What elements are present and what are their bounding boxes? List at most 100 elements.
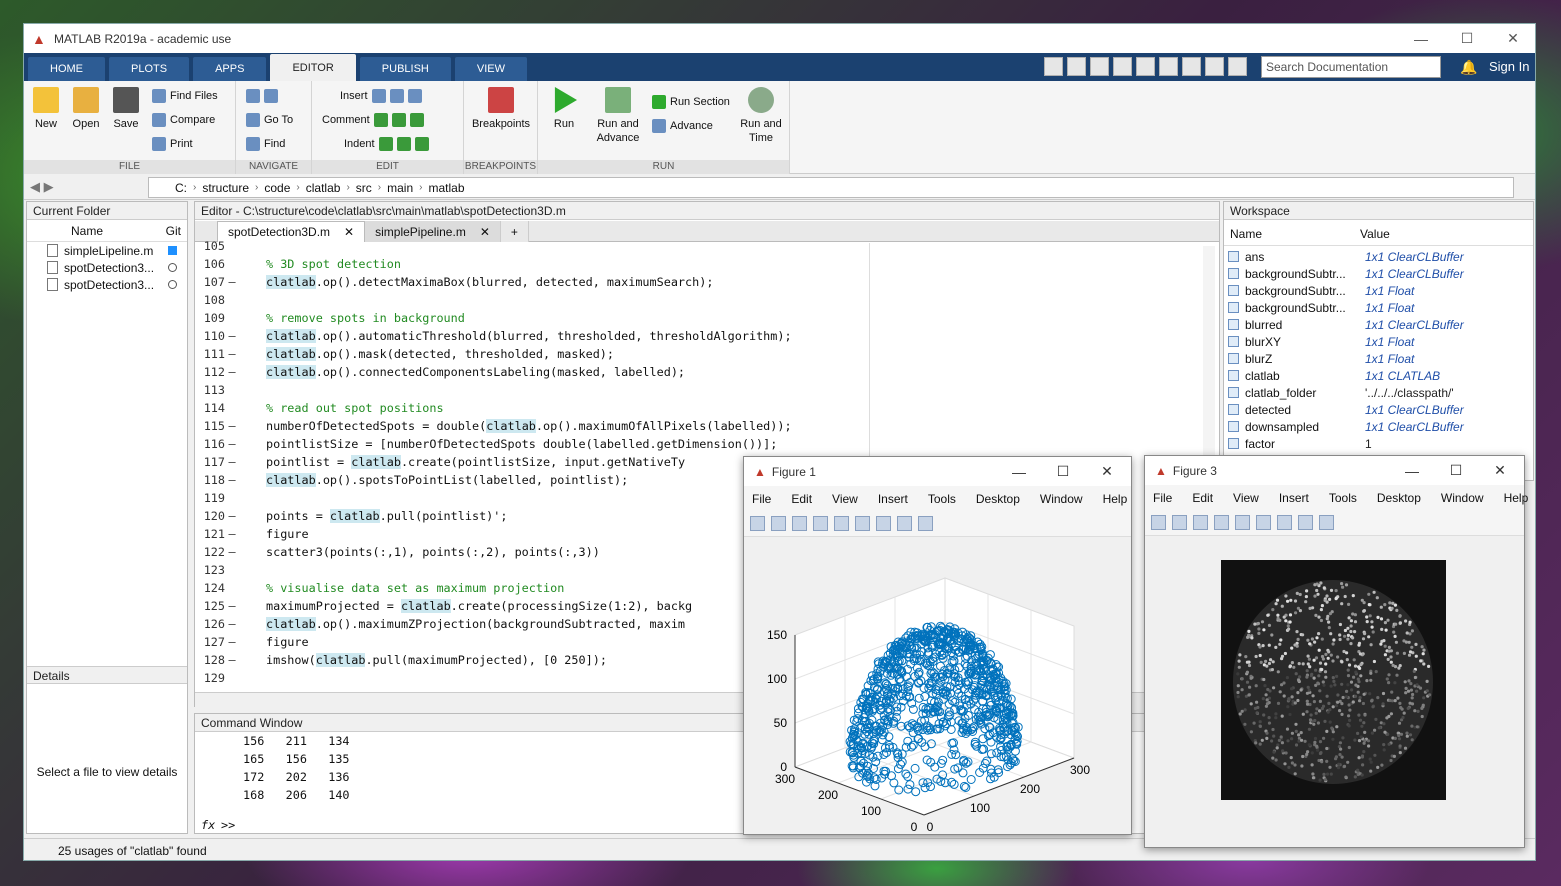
line-number[interactable]: 125 — [195, 597, 225, 615]
find-button[interactable]: Find — [246, 137, 285, 151]
find-files-button[interactable]: Find Files — [152, 89, 218, 103]
code-line[interactable]: 121– figure — [195, 525, 309, 543]
save-button[interactable]: Save — [104, 87, 148, 131]
line-number[interactable]: 112 — [195, 363, 225, 381]
print-icon[interactable] — [1214, 515, 1229, 530]
breakpoints-button[interactable]: Breakpoints — [468, 87, 534, 131]
workspace-variable[interactable]: factor 1 — [1224, 435, 1533, 452]
breakpoint-marker[interactable]: – — [225, 543, 239, 561]
property-editor-icon[interactable] — [1319, 515, 1334, 530]
minimize-button[interactable]: — — [1398, 24, 1444, 53]
code-line[interactable]: 111– clatlab.op().mask(detected, threshol… — [195, 345, 614, 363]
code-line[interactable]: 113 — [195, 381, 266, 399]
code-line[interactable]: 126– clatlab.op().maximumZProjection(back… — [195, 615, 685, 633]
code-line[interactable]: 122– scatter3(points(:,1), points(:,2), p… — [195, 543, 600, 561]
path-segment[interactable]: C: — [169, 181, 193, 195]
breakpoint-marker[interactable]: – — [225, 435, 239, 453]
workspace-variable[interactable]: detected 1x1 ClearCLBuffer — [1224, 401, 1533, 418]
command-prompt[interactable]: >> — [221, 818, 235, 832]
line-number[interactable]: 114 — [195, 399, 225, 417]
menu-view[interactable]: View — [832, 492, 858, 506]
line-number[interactable]: 105 — [195, 237, 225, 255]
menu-desktop[interactable]: Desktop — [976, 492, 1020, 506]
workspace-variable[interactable]: backgroundSubtr... 1x1 Float — [1224, 282, 1533, 299]
breakpoint-marker[interactable]: – — [225, 633, 239, 651]
menu-desktop[interactable]: Desktop — [1377, 491, 1421, 505]
print-button[interactable]: Print — [152, 137, 193, 151]
line-number[interactable]: 106 — [195, 255, 225, 273]
code-line[interactable]: 125– maximumProjected = clatlab.create(pr… — [195, 597, 692, 615]
close-button[interactable]: ✕ — [1478, 456, 1522, 485]
run-button[interactable]: Run — [542, 87, 586, 131]
details-title[interactable]: Details — [27, 666, 187, 684]
tab-editor[interactable]: EDITOR — [270, 54, 356, 81]
fx-icon[interactable]: fx — [201, 818, 215, 832]
run-and-time-button[interactable]: Run and Time — [736, 87, 786, 145]
list-item[interactable]: spotDetection3... — [27, 259, 187, 276]
tab-publish[interactable]: PUBLISH — [359, 57, 451, 81]
code-line[interactable]: 109 % remove spots in background — [195, 309, 465, 327]
col-name[interactable]: Name — [71, 224, 103, 238]
code-line[interactable]: 129 — [195, 669, 266, 687]
path-segment[interactable]: main — [381, 181, 419, 195]
code-line[interactable]: 118– clatlab.op().spotsToPointList(labell… — [195, 471, 628, 489]
line-number[interactable]: 117 — [195, 453, 225, 471]
code-line[interactable]: 128– imshow(clatlab.pull(maximumProjected… — [195, 651, 607, 669]
nav-arrows-icon[interactable]: ◀ ▶ — [30, 179, 54, 195]
menu-edit[interactable]: Edit — [791, 492, 812, 506]
workspace-variable[interactable]: ans 1x1 ClearCLBuffer — [1224, 248, 1533, 265]
close-button[interactable]: ✕ — [1085, 457, 1129, 486]
breakpoint-marker[interactable]: – — [225, 327, 239, 345]
back-forward-icon[interactable] — [246, 89, 278, 103]
link-icon[interactable] — [1235, 515, 1250, 530]
code-line[interactable]: 117– pointlist = clatlab.create(pointlist… — [195, 453, 685, 471]
menu-tools[interactable]: Tools — [928, 492, 956, 506]
comment-button[interactable]: Comment — [322, 113, 424, 127]
switch-windows-icon[interactable] — [1182, 57, 1201, 76]
legend-icon[interactable] — [1277, 515, 1292, 530]
breakpoint-marker[interactable]: – — [225, 417, 239, 435]
save-icon[interactable] — [1044, 57, 1063, 76]
line-number[interactable]: 116 — [195, 435, 225, 453]
workspace-variable[interactable]: blurXY 1x1 Float — [1224, 333, 1533, 350]
workspace-variable[interactable]: backgroundSubtr... 1x1 ClearCLBuffer — [1224, 265, 1533, 282]
print-icon[interactable] — [813, 516, 828, 531]
menu-insert[interactable]: Insert — [1279, 491, 1309, 505]
code-line[interactable]: 112– clatlab.op().connectedComponentsLabe… — [195, 363, 685, 381]
close-icon[interactable]: ✕ — [344, 225, 354, 239]
workspace-variable[interactable]: downsampled 1x1 ClearCLBuffer — [1224, 418, 1533, 435]
open-icon[interactable] — [771, 516, 786, 531]
breakpoint-marker[interactable]: – — [225, 345, 239, 363]
breakpoint-marker[interactable]: – — [225, 525, 239, 543]
code-line[interactable]: 120– points = clatlab.pull(pointlist)'; — [195, 507, 507, 525]
menu-tools[interactable]: Tools — [1329, 491, 1357, 505]
line-number[interactable]: 108 — [195, 291, 225, 309]
link-icon[interactable] — [834, 516, 849, 531]
code-line[interactable]: 116– pointlistSize = [numberOfDetectedSpo… — [195, 435, 778, 453]
menu-file[interactable]: File — [752, 492, 771, 506]
notification-icon[interactable]: 🔔 — [1460, 59, 1477, 76]
minimize-button[interactable]: — — [1390, 456, 1434, 485]
code-line[interactable]: 107– clatlab.op().detectMaximaBox(blurred… — [195, 273, 713, 291]
code-line[interactable]: 106 % 3D spot detection — [195, 255, 401, 273]
minimize-button[interactable]: — — [997, 457, 1041, 486]
breakpoint-marker[interactable]: – — [225, 471, 239, 489]
menu-view[interactable]: View — [1233, 491, 1259, 505]
line-number[interactable]: 126 — [195, 615, 225, 633]
menu-window[interactable]: Window — [1040, 492, 1083, 506]
line-number[interactable]: 119 — [195, 489, 225, 507]
menu-window[interactable]: Window — [1441, 491, 1484, 505]
line-number[interactable]: 110 — [195, 327, 225, 345]
run-and-advance-button[interactable]: Run and Advance — [590, 87, 646, 145]
close-icon[interactable]: ✕ — [480, 225, 490, 239]
sign-in-link[interactable]: Sign In — [1489, 59, 1529, 74]
cut-icon[interactable] — [1067, 57, 1086, 76]
line-number[interactable]: 121 — [195, 525, 225, 543]
code-line[interactable]: 105 — [195, 237, 266, 255]
insert-button[interactable]: Insert — [340, 89, 422, 103]
tab-simplepipeline[interactable]: simplePipeline.m ✕ — [365, 221, 501, 242]
menu-insert[interactable]: Insert — [878, 492, 908, 506]
line-number[interactable]: 107 — [195, 273, 225, 291]
workspace-variable[interactable]: clatlab_folder '../../../classpath/' — [1224, 384, 1533, 401]
tab-apps[interactable]: APPS — [193, 57, 267, 81]
